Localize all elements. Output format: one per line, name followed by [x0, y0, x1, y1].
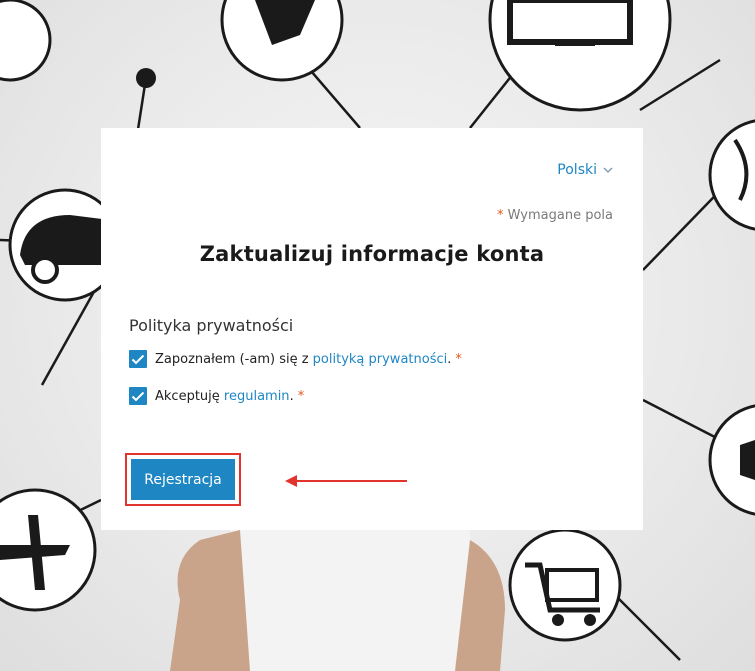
required-fields-note: * Wymagane pola [497, 208, 613, 223]
required-fields-label: Wymagane pola [507, 208, 613, 223]
required-star: * [297, 388, 305, 404]
pointer-arrow [285, 475, 407, 487]
privacy-policy-checkbox[interactable] [129, 350, 147, 368]
register-button[interactable]: Rejestracja [131, 459, 235, 500]
terms-checkbox[interactable] [129, 387, 147, 405]
terms-consent: Akceptuję regulamin . * [129, 387, 304, 405]
terms-link[interactable]: regulamin [224, 389, 290, 404]
privacy-policy-link[interactable]: polityką prywatności [313, 352, 448, 367]
language-label: Polski [557, 162, 597, 178]
required-star: * [497, 208, 504, 223]
page-title: Zaktualizuj informacje konta [199, 242, 545, 266]
checkmark-icon [131, 391, 145, 401]
terms-consent-suffix: . [289, 388, 294, 404]
privacy-consent-text: Zapoznałem (-am) się z [155, 351, 313, 367]
chevron-down-icon [603, 163, 613, 177]
language-selector[interactable]: Polski [557, 162, 613, 178]
account-update-card: Polski * Wymagane pola Zaktualizuj infor… [101, 128, 643, 530]
highlight-box: Rejestracja [125, 453, 241, 506]
terms-consent-text: Akceptuję [155, 388, 224, 404]
privacy-policy-consent: Zapoznałem (-am) się z polityką prywatno… [129, 350, 462, 368]
checkmark-icon [131, 354, 145, 364]
required-star: * [455, 351, 462, 367]
privacy-section-title: Polityka prywatności [129, 316, 294, 335]
privacy-consent-suffix: . [447, 351, 452, 367]
